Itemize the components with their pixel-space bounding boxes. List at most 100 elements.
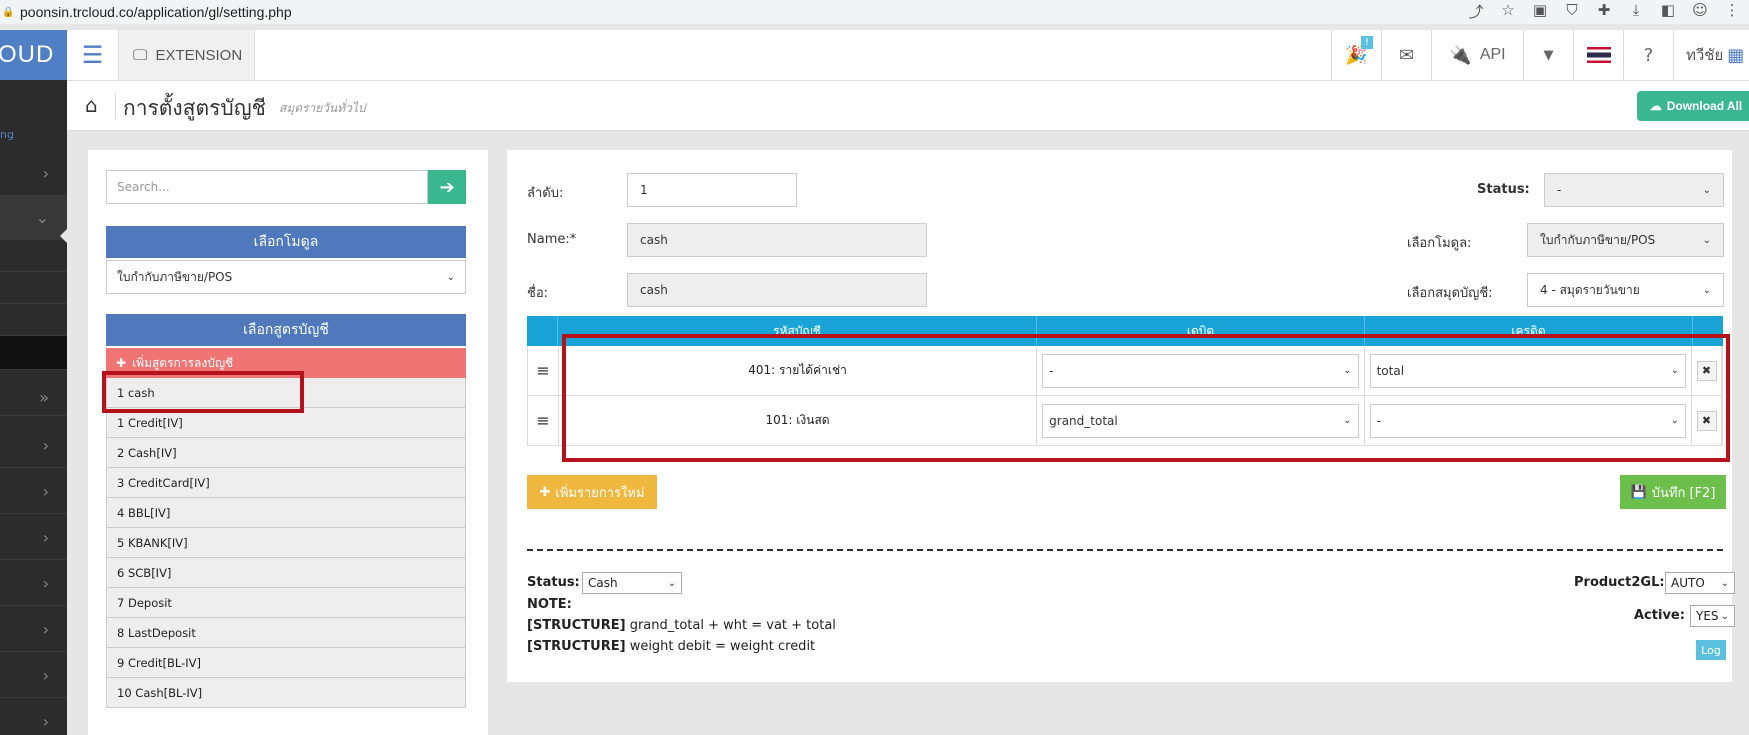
shield-icon[interactable]: ⛉	[1561, 1, 1583, 22]
journal-label: เลือกสมุดบัญชี:	[1407, 286, 1493, 301]
mail-button[interactable]: ✉	[1381, 30, 1431, 80]
sidebar-item[interactable]: ›	[0, 516, 67, 560]
footer-status-select[interactable]: Cash ⌄	[582, 572, 682, 594]
top-header: ☰ 🖵 EXTENSION 🎉 ! ✉ 🔌 API ▼ ? ทวีชัย ▦	[67, 30, 1749, 81]
active-select[interactable]: YES ⌄	[1690, 605, 1735, 627]
sidebar-icon[interactable]: ◧	[1657, 1, 1679, 22]
add-row-button[interactable]: ✚ เพิ่มรายการใหม่	[527, 475, 657, 509]
formula-item[interactable]: 7 Deposit	[106, 588, 466, 618]
drag-handle-icon[interactable]: ≡	[528, 396, 559, 445]
chevron-right-icon: ›	[42, 164, 49, 183]
formula-item[interactable]: 9 Credit[BL-IV]	[106, 648, 466, 678]
module-select-form[interactable]: ใบกำกับภาษีขาย/POS ⌄	[1527, 223, 1724, 257]
sidebar-subitem[interactable]	[0, 240, 67, 272]
url-text[interactable]: poonsin.trcloud.co/application/gl/settin…	[20, 4, 292, 20]
chevron-right-icon: ›	[42, 620, 49, 639]
kebab-menu-icon[interactable]: ⋮	[1721, 1, 1743, 22]
sidebar-item[interactable]: ›	[0, 152, 67, 196]
sidebar-item[interactable]: ›	[0, 654, 67, 698]
sidebar-collapse[interactable]: »	[0, 382, 67, 416]
user-menu[interactable]: ทวีชัย ▦	[1673, 30, 1749, 80]
lock-icon: 🔒	[2, 6, 15, 18]
sidebar-item[interactable]: ›	[0, 562, 67, 606]
formula-item[interactable]: 4 BBL[IV]	[106, 498, 466, 528]
sidebar-item[interactable]: ›	[0, 424, 67, 468]
thai-flag-icon	[1586, 47, 1611, 63]
announcement-button[interactable]: 🎉 !	[1331, 30, 1381, 80]
chevron-right-icon: ›	[42, 436, 49, 455]
formula-item[interactable]: 10 Cash[BL-IV]	[106, 678, 466, 708]
plug-icon: 🔌	[1449, 44, 1472, 66]
user-name: ทวีชัย	[1686, 46, 1724, 64]
module-select[interactable]: ใบกำกับภาษีขาย/POS ⌄	[106, 260, 466, 294]
extension-chat-icon[interactable]: ▣	[1529, 1, 1551, 22]
product2gl-select[interactable]: AUTO ⌄	[1665, 572, 1735, 594]
name-label: Name:*	[527, 232, 577, 247]
profile-icon[interactable]: ☺	[1689, 1, 1711, 22]
dropdown-toggle[interactable]: ▼	[1523, 30, 1573, 80]
chevron-down-icon: ⌄	[1702, 234, 1711, 246]
log-button[interactable]: Log	[1696, 640, 1726, 660]
share-icon[interactable]: ⤴	[1465, 1, 1487, 22]
structure-text: weight debit = weight credit	[629, 639, 816, 654]
language-button[interactable]	[1573, 30, 1623, 80]
sidebar-item[interactable]: ›	[0, 608, 67, 652]
cloud-download-icon: ☁	[1649, 99, 1662, 113]
order-input[interactable]: 1	[627, 173, 797, 207]
brand-logo[interactable]: OUD	[0, 30, 67, 80]
download-icon[interactable]: ⤓	[1625, 1, 1647, 22]
chevron-right-icon: ›	[42, 574, 49, 593]
chevron-right-icon: ›	[42, 482, 49, 501]
divider	[115, 93, 116, 119]
chevron-down-icon: ⌄	[1702, 184, 1711, 196]
sidebar-user-link[interactable]: ng	[0, 128, 14, 141]
save-button[interactable]: 💾 บันทึก [F2]	[1620, 475, 1726, 509]
formula-item[interactable]: 3 CreditCard[IV]	[106, 468, 466, 498]
plus-icon: ✚	[116, 356, 127, 370]
header-tools: 🎉 ! ✉ 🔌 API ▼ ? ทวีชัย ▦	[1331, 30, 1749, 80]
help-button[interactable]: ?	[1623, 30, 1673, 80]
home-icon[interactable]: ⌂	[85, 93, 98, 117]
double-chevron-icon: »	[39, 388, 49, 407]
dashed-divider	[527, 549, 1723, 551]
module-label: เลือกโมดูล:	[1407, 236, 1472, 251]
browser-url-bar: 🔒 poonsin.trcloud.co/application/gl/sett…	[0, 0, 1749, 24]
formula-item[interactable]: 2 Cash[IV]	[106, 438, 466, 468]
page-subtitle: สมุดรายวันทั่วไป	[279, 101, 366, 115]
chevron-right-icon: ›	[42, 666, 49, 685]
search-input[interactable]: Search...	[106, 170, 428, 204]
header-spacer	[527, 316, 558, 346]
structure-tag: [STRUCTURE]	[527, 639, 626, 654]
structure-line-1: [STRUCTURE] grand_total + wht = vat + to…	[527, 618, 836, 633]
download-all-button[interactable]: ☁ Download All	[1637, 91, 1749, 121]
chevron-down-icon: ⌄	[446, 271, 455, 283]
star-icon[interactable]: ☆	[1497, 1, 1519, 22]
sidebar-subitem[interactable]	[0, 304, 67, 336]
formula-item[interactable]: 6 SCB[IV]	[106, 558, 466, 588]
page-title: การตั้งสูตรบัญชี	[123, 96, 266, 120]
sidebar-item-active[interactable]: ⌄	[0, 196, 67, 240]
sidebar-subitem-current[interactable]	[0, 336, 67, 370]
puzzle-icon[interactable]: ✚	[1593, 1, 1615, 22]
formula-item[interactable]: 8 LastDeposit	[106, 618, 466, 648]
structure-text: grand_total + wht = vat + total	[629, 618, 836, 633]
api-button[interactable]: 🔌 API	[1431, 30, 1523, 80]
thai-name-input[interactable]: cash	[627, 273, 927, 307]
order-label: ลำดับ:	[527, 186, 564, 201]
status-select[interactable]: - ⌄	[1544, 173, 1724, 207]
envelope-icon: ✉	[1398, 44, 1415, 66]
name-input[interactable]: cash	[627, 223, 927, 257]
drag-handle-icon[interactable]: ≡	[528, 346, 559, 395]
search-submit-button[interactable]: ➔	[428, 170, 466, 204]
extension-button[interactable]: 🖵 EXTENSION	[119, 30, 255, 80]
sidebar-item[interactable]: ›	[0, 700, 67, 735]
sidebar-item[interactable]: ›	[0, 470, 67, 514]
chevron-down-icon: ⌄	[35, 208, 49, 227]
plus-icon: ✚	[539, 484, 551, 500]
journal-select[interactable]: 4 - สมุดรายวันขาย ⌄	[1527, 273, 1724, 307]
hamburger-menu-icon[interactable]: ☰	[67, 30, 119, 80]
formula-item[interactable]: 5 KBANK[IV]	[106, 528, 466, 558]
page-header: ⌂ การตั้งสูตรบัญชี สมุดรายวันทั่วไป ☁ Do…	[67, 81, 1749, 131]
structure-tag: [STRUCTURE]	[527, 618, 626, 633]
sidebar-subitem[interactable]	[0, 272, 67, 304]
